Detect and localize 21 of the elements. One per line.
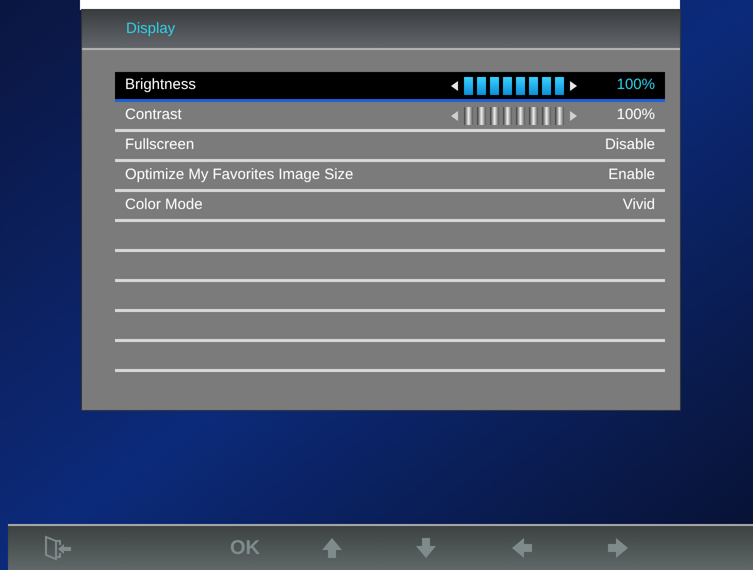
- ok-button[interactable]: OK: [230, 533, 260, 563]
- row-label: Brightness: [125, 75, 196, 96]
- row-label: Fullscreen: [125, 135, 194, 156]
- menu-row[interactable]: Color Mode Vivid: [115, 192, 665, 222]
- row-value: 100%: [616, 105, 655, 126]
- menu-row[interactable]: Brightness 100%: [115, 72, 665, 102]
- row-value: Enable: [608, 165, 655, 186]
- row-label: Color Mode: [125, 195, 203, 216]
- up-arrow-icon[interactable]: [322, 538, 342, 558]
- left-arrow-icon[interactable]: [450, 80, 458, 90]
- right-arrow-icon[interactable]: [570, 80, 577, 90]
- menu-row[interactable]: Fullscreen Disable: [115, 132, 665, 162]
- row-label: Contrast: [125, 105, 182, 126]
- row-value: Disable: [604, 135, 655, 156]
- row-value: Vivid: [622, 195, 655, 216]
- exit-icon[interactable]: [44, 535, 72, 561]
- row-value: 100%: [616, 75, 655, 96]
- down-arrow-icon[interactable]: [416, 538, 436, 558]
- menu-row[interactable]: Optimize My Favorites Image Size Enable: [115, 162, 665, 192]
- panel-title: Display: [126, 18, 176, 39]
- row-label: Optimize My Favorites Image Size: [125, 165, 354, 186]
